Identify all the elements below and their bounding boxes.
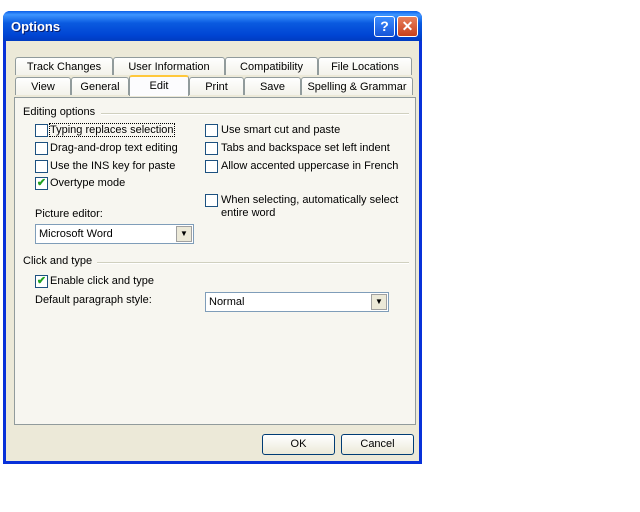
overtype-mode-checkbox[interactable]: ✔ <box>35 177 48 190</box>
enable-click-and-type-label[interactable]: Enable click and type <box>50 275 154 287</box>
drag-drop-editing-checkbox[interactable] <box>35 142 48 155</box>
auto-select-word-checkbox[interactable] <box>205 194 218 207</box>
dialog-title: Options <box>11 19 61 34</box>
accented-uppercase-french-label[interactable]: Allow accented uppercase in French <box>221 160 398 172</box>
drag-drop-editing-label[interactable]: Drag-and-drop text editing <box>50 142 178 154</box>
tab-spelling-grammar[interactable]: Spelling & Grammar <box>301 77 413 95</box>
overtype-mode-label[interactable]: Overtype mode <box>50 177 125 189</box>
ok-button[interactable]: OK <box>262 434 335 455</box>
tab-save[interactable]: Save <box>244 77 301 95</box>
chevron-down-icon[interactable]: ▼ <box>371 294 387 310</box>
tab-edit[interactable]: Edit <box>129 75 189 96</box>
typing-replaces-selection-checkbox[interactable] <box>35 124 48 137</box>
default-paragraph-style-value: Normal <box>209 296 245 308</box>
tab-track-changes[interactable]: Track Changes <box>15 57 113 75</box>
help-button[interactable]: ? <box>374 16 395 37</box>
tab-general[interactable]: General <box>71 77 129 95</box>
tab-user-information[interactable]: User Information <box>113 57 225 75</box>
chevron-down-icon[interactable]: ▼ <box>176 226 192 242</box>
tabs-backspace-indent-checkbox[interactable] <box>205 142 218 155</box>
ins-key-paste-label[interactable]: Use the INS key for paste <box>50 160 175 172</box>
tab-compatibility[interactable]: Compatibility <box>225 57 318 75</box>
close-button[interactable]: ✕ <box>397 16 418 37</box>
edit-tab-panel: Editing options Typing replaces selectio… <box>14 97 416 425</box>
typing-replaces-selection-label[interactable]: Typing replaces selection <box>49 123 175 137</box>
tab-file-locations[interactable]: File Locations <box>318 57 412 75</box>
accented-uppercase-french-checkbox[interactable] <box>205 160 218 173</box>
smart-cut-paste-checkbox[interactable] <box>205 124 218 137</box>
click-and-type-heading: Click and type <box>23 255 93 267</box>
tab-print[interactable]: Print <box>189 77 244 95</box>
smart-cut-paste-label[interactable]: Use smart cut and paste <box>221 124 340 136</box>
ins-key-paste-checkbox[interactable] <box>35 160 48 173</box>
tab-view[interactable]: View <box>15 77 71 95</box>
tabs-backspace-indent-label[interactable]: Tabs and backspace set left indent <box>221 142 390 154</box>
options-dialog: Options ? ✕ Track Changes User Informati… <box>3 11 422 464</box>
editing-options-heading: Editing options <box>23 106 96 118</box>
picture-editor-label: Picture editor: <box>35 208 103 220</box>
enable-click-and-type-checkbox[interactable]: ✔ <box>35 275 48 288</box>
click-and-type-divider <box>97 262 409 264</box>
dialog-client-area: Track Changes User Information Compatibi… <box>6 41 419 461</box>
title-bar[interactable]: Options ? ✕ <box>3 11 422 41</box>
default-paragraph-style-label: Default paragraph style: <box>35 294 152 306</box>
picture-editor-value: Microsoft Word <box>39 228 113 240</box>
auto-select-word-label-line1[interactable]: When selecting, automatically select <box>221 194 398 206</box>
editing-options-divider <box>101 113 409 115</box>
default-paragraph-style-select[interactable]: Normal ▼ <box>205 292 389 312</box>
picture-editor-select[interactable]: Microsoft Word ▼ <box>35 224 194 244</box>
cancel-button[interactable]: Cancel <box>341 434 414 455</box>
auto-select-word-label-line2[interactable]: entire word <box>221 207 275 219</box>
